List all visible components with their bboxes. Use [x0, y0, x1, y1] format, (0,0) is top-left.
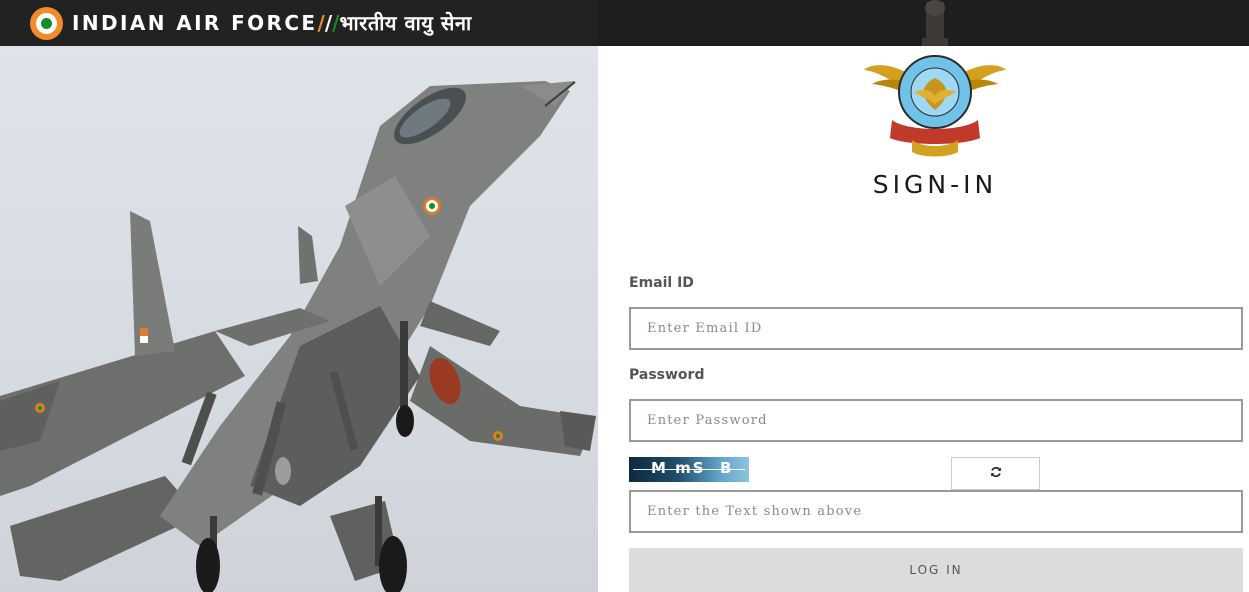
iaf-roundel-icon — [30, 7, 63, 40]
captcha-image: M mS B u — [629, 457, 749, 482]
refresh-icon — [990, 465, 1002, 483]
fighter-jet-photo — [0, 46, 598, 592]
password-label: Password — [629, 367, 705, 383]
header-brand-area: INDIAN AIR FORCE///भारतीय वायु सेना — [0, 0, 598, 46]
email-label: Email ID — [629, 275, 694, 291]
iaf-crest-icon — [862, 0, 1008, 158]
top-header-bar: INDIAN AIR FORCE///भारतीय वायु सेना — [0, 0, 1249, 46]
captcha-input[interactable] — [629, 490, 1243, 533]
signin-heading: SIGN-IN — [872, 170, 998, 199]
login-button[interactable]: LOG IN — [629, 548, 1243, 592]
email-input[interactable] — [629, 307, 1243, 350]
site-title-english: INDIAN AIR FORCE — [72, 11, 318, 35]
site-title: INDIAN AIR FORCE///भारतीय वायु सेना — [72, 9, 472, 36]
password-input[interactable] — [629, 399, 1243, 442]
title-slash-saffron: / — [317, 11, 325, 35]
site-title-hindi: भारतीय वायु सेना — [339, 11, 472, 35]
captcha-text: M mS B u — [651, 459, 749, 477]
captcha-refresh-button[interactable] — [951, 457, 1040, 490]
